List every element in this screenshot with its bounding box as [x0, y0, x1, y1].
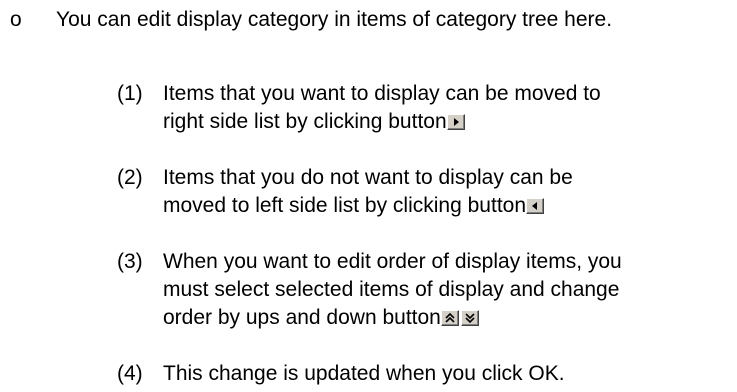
item-text: When you want to edit order of display i…: [163, 250, 622, 273]
bullet-marker: o: [10, 8, 22, 31]
item-number: (2): [117, 166, 143, 189]
item-number: (3): [117, 250, 143, 273]
arrow-right-icon: [453, 118, 459, 126]
move-left-button[interactable]: [526, 198, 545, 214]
item-text: right side list by clicking button: [163, 110, 447, 133]
intro-text: You can edit display category in items o…: [56, 8, 613, 31]
double-chevron-up-icon: [445, 312, 455, 323]
move-up-button[interactable]: [440, 310, 459, 326]
item-number: (4): [117, 362, 143, 385]
double-chevron-down-icon: [465, 313, 475, 324]
item-text: order by ups and down button: [163, 306, 441, 329]
item-number: (1): [117, 82, 143, 105]
item-text: This change is updated when you click OK…: [163, 362, 565, 385]
item-text: moved to left side list by clicking butt…: [163, 194, 527, 217]
move-down-button[interactable]: [460, 310, 479, 326]
arrow-left-icon: [532, 202, 538, 210]
item-text: Items that you want to display can be mo…: [163, 82, 601, 105]
item-text: Items that you do not want to display ca…: [163, 166, 573, 189]
item-text: must select selected items of display an…: [163, 278, 620, 301]
move-right-button[interactable]: [446, 114, 465, 130]
